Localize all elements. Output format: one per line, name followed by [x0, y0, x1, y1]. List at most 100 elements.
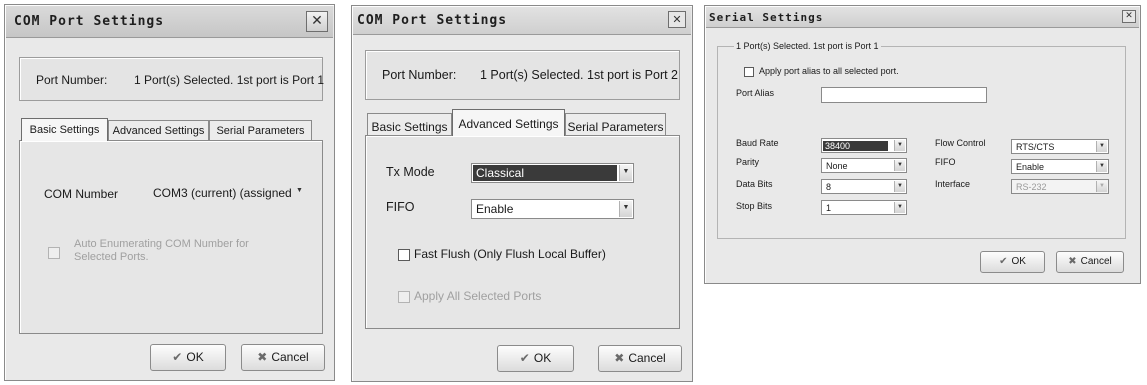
ok-button[interactable]: ✔ OK — [150, 344, 226, 371]
flow-control-value: RTS/CTS — [1016, 141, 1055, 152]
com-port-settings-dialog-advanced: COM Port Settings ✕ Port Number: 1 Port(… — [351, 5, 693, 382]
tab-serial-parameters[interactable]: Serial Parameters — [209, 120, 312, 141]
dialog-title: Serial Settings — [709, 11, 824, 24]
cross-icon: ✖ — [257, 350, 268, 364]
chevron-down-icon[interactable]: ▼ — [894, 140, 905, 151]
title-bar[interactable]: Serial Settings ✕ — [706, 7, 1139, 28]
port-number-value: 1 Port(s) Selected. 1st port is Port 2 — [480, 68, 678, 82]
interface-value: RS-232 — [1016, 181, 1047, 192]
cancel-button[interactable]: ✖ Cancel — [598, 345, 682, 372]
fast-flush-checkbox[interactable] — [398, 249, 410, 261]
flow-control-label: Flow Control — [935, 138, 986, 148]
chevron-down-icon[interactable]: ▼ — [1096, 141, 1107, 152]
title-bar[interactable]: COM Port Settings ✕ — [6, 6, 333, 38]
tab-label: Advanced Settings — [112, 125, 205, 137]
tx-mode-value: Classical — [473, 165, 617, 181]
cross-icon: ✖ — [1068, 256, 1077, 267]
data-bits-value: 8 — [826, 181, 832, 192]
cancel-button[interactable]: ✖ Cancel — [1056, 251, 1124, 273]
chevron-down-icon[interactable]: ▼ — [894, 160, 905, 171]
data-bits-select[interactable]: 8 ▼ — [821, 179, 907, 194]
tab-serial-parameters[interactable]: Serial Parameters — [565, 113, 666, 136]
data-bits-label: Data Bits — [736, 179, 773, 189]
apply-alias-checkbox[interactable] — [744, 67, 754, 77]
chevron-down-icon[interactable]: ▼ — [1096, 181, 1107, 192]
ok-button[interactable]: ✔ OK — [497, 345, 574, 372]
ok-label: OK — [533, 351, 552, 365]
com-number-value: COM3 (current) (assigned — [153, 186, 292, 200]
tab-basic-settings[interactable]: Basic Settings — [367, 113, 452, 136]
interface-label: Interface — [935, 179, 971, 189]
baud-rate-label: Baud Rate — [736, 138, 779, 148]
parity-select[interactable]: None ▼ — [821, 158, 907, 173]
tab-panel: COM Number COM3 (current) (assigned ▼ Au… — [19, 140, 323, 334]
chevron-down-icon[interactable]: ▼ — [1096, 161, 1107, 172]
ok-button[interactable]: ✔ OK — [980, 251, 1045, 273]
port-number-value: 1 Port(s) Selected. 1st port is Port 1 — [134, 73, 325, 87]
chevron-down-icon[interactable]: ▼ — [293, 184, 306, 202]
auto-enumerate-label-line1: Auto Enumerating COM Number for — [74, 238, 249, 250]
interface-select[interactable]: RS-232 ▼ — [1011, 179, 1109, 194]
auto-enumerate-checkbox[interactable] — [48, 247, 60, 259]
fifo-select[interactable]: Enable ▼ — [471, 199, 634, 219]
port-number-label: Port Number: — [382, 68, 457, 82]
ok-label: OK — [186, 350, 204, 364]
fifo-label: FIFO — [935, 157, 956, 167]
fifo-value: Enable — [1016, 161, 1045, 172]
baud-rate-select[interactable]: 38400 ▼ — [821, 138, 907, 153]
serial-settings-dialog: Serial Settings ✕ 1 Port(s) Selected. 1s… — [704, 5, 1141, 284]
port-number-box: Port Number: 1 Port(s) Selected. 1st por… — [19, 57, 325, 101]
fast-flush-label: Fast Flush (Only Flush Local Buffer) — [414, 247, 606, 261]
apply-all-checkbox[interactable] — [398, 291, 410, 303]
close-button[interactable]: ✕ — [668, 11, 686, 28]
baud-rate-value: 38400 — [823, 140, 888, 151]
check-icon: ✔ — [519, 351, 530, 365]
port-number-label: Port Number: — [36, 73, 108, 87]
group-label: 1 Port(s) Selected. 1st port is Port 1 — [734, 41, 881, 51]
check-icon: ✔ — [172, 350, 183, 364]
stop-bits-select[interactable]: 1 ▼ — [821, 200, 907, 215]
apply-all-label: Apply All Selected Ports — [414, 289, 542, 303]
fifo-select[interactable]: Enable ▼ — [1011, 159, 1109, 174]
chevron-down-icon[interactable]: ▼ — [894, 181, 905, 192]
tab-basic-settings[interactable]: Basic Settings — [21, 118, 108, 141]
cancel-label: Cancel — [1080, 256, 1112, 267]
port-number-box: Port Number: 1 Port(s) Selected. 1st por… — [365, 50, 680, 100]
com-number-select[interactable]: COM3 (current) (assigned ▼ — [148, 182, 308, 204]
close-button[interactable]: ✕ — [306, 11, 328, 32]
port-alias-label: Port Alias — [736, 88, 775, 98]
chevron-down-icon[interactable]: ▼ — [619, 165, 632, 181]
tab-advanced-settings[interactable]: Advanced Settings — [108, 120, 209, 141]
close-icon: ✕ — [672, 13, 682, 26]
flow-control-select[interactable]: RTS/CTS ▼ — [1011, 139, 1109, 154]
tab-label: Serial Parameters — [567, 120, 664, 134]
tab-label: Basic Settings — [29, 124, 100, 136]
tab-advanced-settings[interactable]: Advanced Settings — [452, 109, 565, 136]
parity-label: Parity — [736, 157, 760, 167]
tab-panel: Tx Mode Classical ▼ FIFO Enable ▼ Fast F… — [365, 135, 680, 329]
port-alias-input[interactable] — [821, 87, 987, 103]
com-number-label: COM Number — [44, 187, 119, 201]
tab-label: Advanced Settings — [458, 117, 559, 131]
close-icon: ✕ — [1125, 11, 1133, 21]
tab-label: Basic Settings — [371, 120, 448, 134]
dialog-title: COM Port Settings — [14, 14, 165, 29]
cancel-label: Cancel — [628, 351, 666, 365]
fifo-label: FIFO — [386, 200, 415, 214]
stop-bits-label: Stop Bits — [736, 201, 773, 211]
fifo-value: Enable — [476, 202, 514, 216]
dialog-title: COM Port Settings — [357, 13, 508, 28]
ok-label: OK — [1011, 256, 1026, 267]
chevron-down-icon[interactable]: ▼ — [619, 201, 632, 217]
cancel-label: Cancel — [271, 350, 309, 364]
chevron-down-icon[interactable]: ▼ — [894, 202, 905, 213]
com-port-settings-dialog-basic: COM Port Settings ✕ Port Number: 1 Port(… — [4, 4, 335, 381]
parity-value: None — [826, 160, 848, 171]
close-button[interactable]: ✕ — [1122, 10, 1136, 23]
auto-enumerate-label-line2: Selected Ports. — [74, 251, 149, 263]
title-bar[interactable]: COM Port Settings ✕ — [353, 7, 691, 35]
check-icon: ✔ — [999, 256, 1008, 267]
apply-alias-label: Apply port alias to all selected port. — [759, 66, 899, 76]
tx-mode-select[interactable]: Classical ▼ — [471, 163, 634, 183]
cancel-button[interactable]: ✖ Cancel — [241, 344, 325, 371]
